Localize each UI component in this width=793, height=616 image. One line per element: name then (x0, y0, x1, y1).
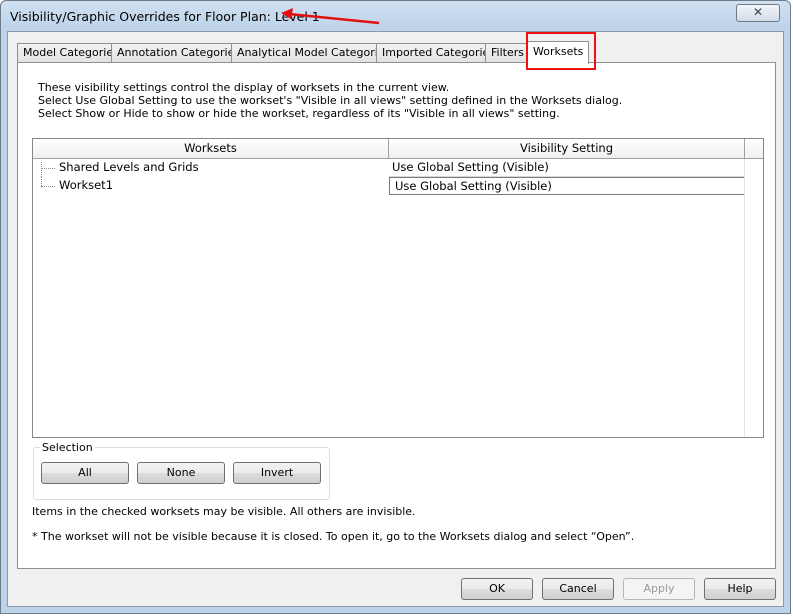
tab-imported-categories[interactable]: Imported Categories (376, 43, 502, 62)
tree-connector-line (41, 168, 55, 169)
select-all-button[interactable]: All (41, 462, 129, 484)
tab-worksets[interactable]: Worksets (527, 41, 590, 64)
workset-name-cell[interactable]: Shared Levels and Grids (33, 159, 389, 177)
tab-filters[interactable]: Filters (485, 43, 530, 62)
description-line-1: These visibility settings control the di… (38, 81, 450, 94)
column-header-worksets[interactable]: Worksets (33, 139, 389, 159)
cancel-button[interactable]: Cancel (542, 578, 614, 600)
grid-header: Worksets Visibility Setting (33, 139, 763, 159)
tree-connector-line (41, 177, 42, 186)
table-row[interactable]: Shared Levels and Grids Use Global Setti… (33, 159, 745, 177)
description-line-3: Select Show or Hide to show or hide the … (38, 107, 560, 120)
window-title: Visibility/Graphic Overrides for Floor P… (10, 9, 320, 24)
worksets-grid: Worksets Visibility Setting Shared Level… (32, 138, 764, 438)
description-text: These visibility settings control the di… (38, 81, 622, 120)
closed-workset-note: * The workset will not be visible becaus… (32, 530, 635, 543)
tab-annotation-categories[interactable]: Annotation Categories (111, 43, 247, 62)
description-line-2: Select Use Global Setting to use the wor… (38, 94, 623, 107)
visibility-setting-cell[interactable]: Use Global Setting (Visible) (389, 159, 745, 177)
column-header-filler (745, 139, 763, 159)
column-header-visibility[interactable]: Visibility Setting (389, 139, 745, 159)
workset-name: Workset1 (59, 178, 114, 192)
worksets-panel: These visibility settings control the di… (17, 62, 776, 569)
select-none-button[interactable]: None (137, 462, 225, 484)
help-button[interactable]: Help (704, 578, 776, 600)
apply-button: Apply (623, 578, 695, 600)
table-row[interactable]: Workset1 Use Global Setting (Visible) (33, 177, 745, 195)
tree-connector-line (41, 162, 42, 177)
visibility-setting-dropdown[interactable]: Use Global Setting (Visible) (389, 177, 745, 195)
tree-connector-line (41, 186, 55, 187)
close-button[interactable]: ✕ (736, 4, 780, 22)
workset-name-cell[interactable]: Workset1 (33, 177, 389, 195)
annotation-arrow-icon (281, 8, 380, 25)
selection-group-label: Selection (40, 441, 95, 454)
checked-worksets-note: Items in the checked worksets may be vis… (32, 505, 416, 518)
dialog-window: Visibility/Graphic Overrides for Floor P… (0, 0, 791, 614)
close-icon: ✕ (752, 5, 764, 19)
dialog-body: Model Categories Annotation Categories A… (7, 31, 784, 607)
title-bar[interactable]: Visibility/Graphic Overrides for Floor P… (1, 1, 790, 31)
tab-model-categories[interactable]: Model Categories (17, 43, 125, 62)
tab-analytical-model-categories[interactable]: Analytical Model Categories (231, 43, 397, 62)
ok-button[interactable]: OK (461, 578, 533, 600)
workset-name: Shared Levels and Grids (59, 160, 199, 174)
invert-selection-button[interactable]: Invert (233, 462, 321, 484)
grid-scrollbar[interactable] (744, 159, 763, 437)
